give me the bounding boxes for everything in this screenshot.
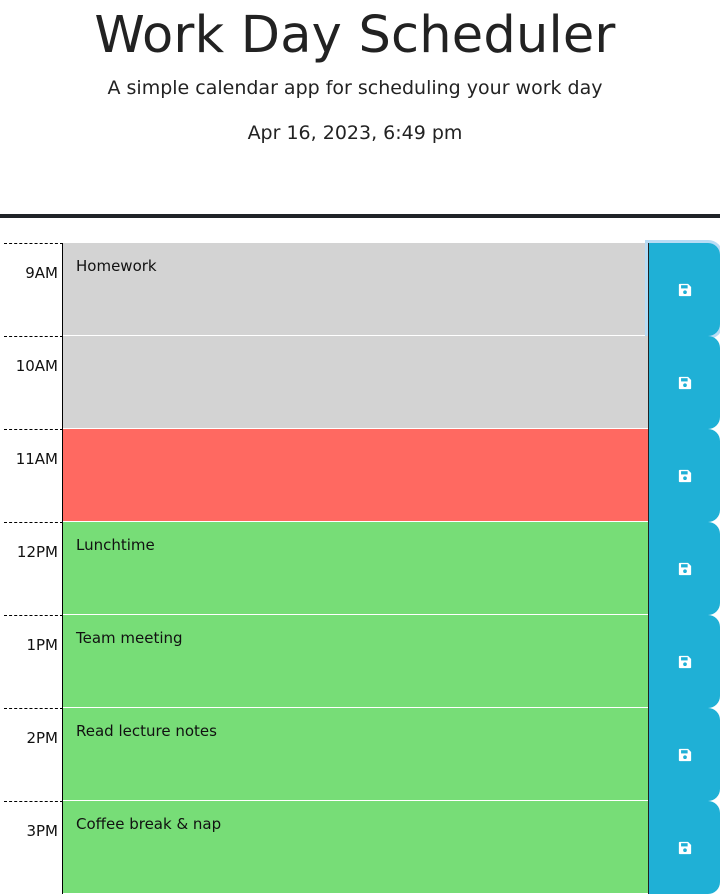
event-description-input[interactable]	[63, 336, 648, 429]
time-block-3pm: 3PM Coffee break & nap	[4, 801, 720, 894]
save-button[interactable]	[648, 522, 720, 615]
hour-label: 9AM	[4, 243, 63, 336]
event-description-input[interactable]: Read lecture notes	[63, 708, 648, 801]
floppy-disk-icon	[678, 748, 692, 762]
hour-label: 3PM	[4, 801, 63, 894]
current-datetime: Apr 16, 2023, 6:49 pm	[247, 122, 463, 144]
save-button[interactable]	[648, 429, 720, 522]
save-button[interactable]	[648, 801, 720, 894]
save-button[interactable]	[648, 243, 720, 336]
floppy-disk-icon	[678, 283, 692, 297]
hour-label: 1PM	[4, 615, 63, 708]
page-title: Work Day Scheduler	[94, 6, 616, 65]
save-button[interactable]	[648, 708, 720, 801]
floppy-disk-icon	[678, 655, 692, 669]
hour-label: 10AM	[4, 336, 63, 429]
save-button[interactable]	[648, 336, 720, 429]
time-block-10am: 10AM	[4, 336, 720, 429]
floppy-disk-icon	[678, 469, 692, 483]
floppy-disk-icon	[678, 841, 692, 855]
floppy-disk-icon	[678, 376, 692, 390]
time-block-9am: 9AM Homework	[4, 243, 720, 336]
event-description-input[interactable]: Homework	[63, 243, 648, 336]
event-description-input[interactable]: Coffee break & nap	[63, 801, 648, 894]
time-block-12pm: 12PM Lunchtime	[4, 522, 720, 615]
event-description-input[interactable]	[63, 429, 648, 522]
event-description-input[interactable]: Lunchtime	[63, 522, 648, 615]
time-block-2pm: 2PM Read lecture notes	[4, 708, 720, 801]
hour-label: 2PM	[4, 708, 63, 801]
time-block-11am: 11AM	[4, 429, 720, 522]
floppy-disk-icon	[678, 562, 692, 576]
save-button[interactable]	[648, 615, 720, 708]
hour-label: 11AM	[4, 429, 63, 522]
event-description-input[interactable]: Team meeting	[63, 615, 648, 708]
hour-label: 12PM	[4, 522, 63, 615]
schedule-rows: 9AM Homework 10AM 11AM 12PM Lunchtime 1P…	[4, 243, 720, 894]
time-block-1pm: 1PM Team meeting	[4, 615, 720, 708]
page-header: Work Day Scheduler A simple calendar app…	[0, 0, 720, 218]
page-subtitle: A simple calendar app for scheduling you…	[107, 77, 603, 99]
